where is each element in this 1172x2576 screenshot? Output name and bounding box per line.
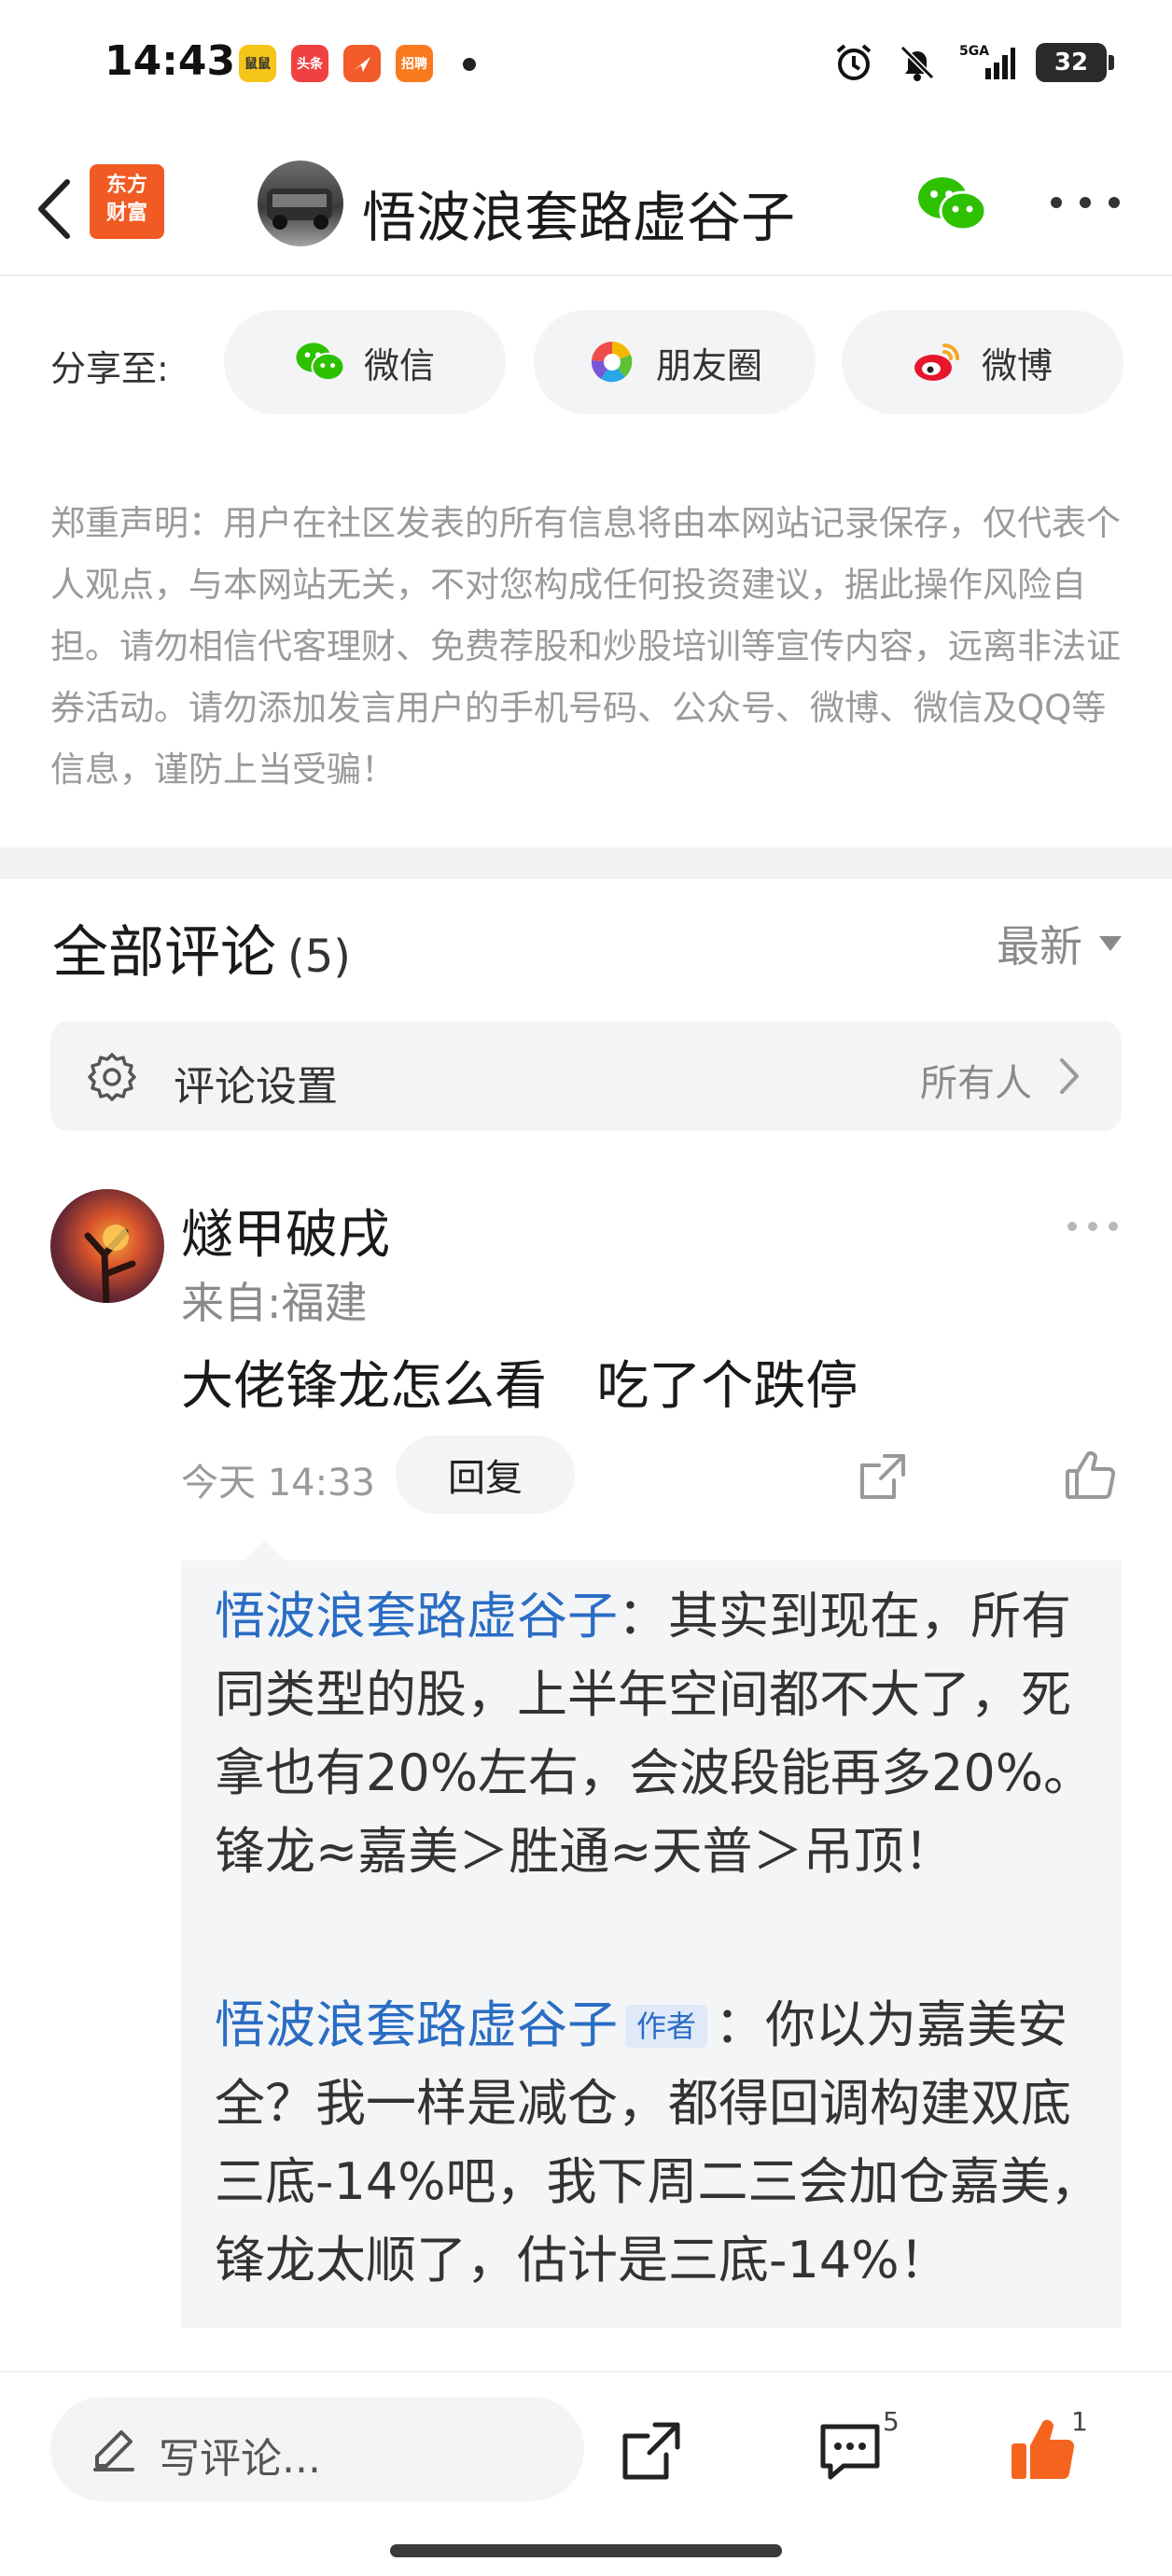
back-button[interactable] — [24, 172, 84, 246]
comment-input[interactable]: 写评论... — [50, 2397, 584, 2501]
share-weibo-button[interactable]: 微博 — [842, 310, 1123, 414]
reply-author[interactable]: 悟波浪套路虚谷子 — [215, 1587, 618, 1645]
disclaimer-text: 郑重声明：用户在社区发表的所有信息将由本网站记录保存，仅代表个人观点，与本网站无… — [50, 503, 1121, 790]
toutiao-icon: 头条 — [291, 45, 328, 82]
page-title[interactable]: 悟波浪套路虚谷子 — [362, 174, 795, 252]
comment-more-button[interactable] — [1067, 1217, 1118, 1236]
top-nav-bar: 东方财富 悟波浪套路虚谷子 — [0, 140, 1172, 276]
share-moments-button[interactable]: 朋友圈 — [534, 310, 816, 414]
thumbs-up-icon[interactable] — [1062, 1447, 1118, 1503]
sort-label: 最新 — [997, 921, 1082, 972]
commenter-avatar[interactable] — [50, 1189, 164, 1303]
app-icon-4: 招聘 — [396, 45, 433, 82]
share-wechat-button[interactable]: 微信 — [224, 310, 506, 414]
comments-count: (5) — [287, 931, 351, 983]
share-label: 分享至: — [50, 348, 169, 389]
more-options-button[interactable] — [1051, 189, 1120, 217]
comment-time: 今天 14:33 — [181, 1462, 375, 1505]
app-icon-3 — [343, 45, 381, 82]
comments-heading: 全部评论 (5) — [52, 907, 351, 988]
share-moments-label: 朋友圈 — [655, 344, 762, 386]
gear-icon — [86, 1051, 138, 1103]
weibo-icon — [913, 337, 963, 387]
author-avatar[interactable] — [258, 161, 343, 246]
comments-icon[interactable] — [817, 2419, 883, 2483]
wechat-icon — [295, 337, 345, 387]
thumbs-up-filled-icon[interactable] — [1008, 2414, 1079, 2485]
reply-author[interactable]: 悟波浪套路虚谷子 — [215, 1995, 618, 2054]
moments-icon — [587, 337, 637, 387]
share-row: 分享至: 微信 朋友圈 微博 — [0, 308, 1172, 418]
commenter-name[interactable]: 燧甲破戌 — [181, 1193, 390, 1268]
comment-settings-row[interactable]: 评论设置 所有人 — [50, 1021, 1122, 1131]
section-divider — [0, 847, 1172, 879]
network-label: 5GA — [959, 44, 989, 59]
signal-5g-icon: 5GA — [959, 41, 1015, 84]
reply-item[interactable]: 悟波浪套路虚谷子：其实到现在，所有同类型的股，上半年空间都不大了，死拿也有20%… — [215, 1577, 1110, 1891]
battery-indicator: 32 — [1036, 43, 1114, 82]
home-indicator[interactable] — [390, 2544, 782, 2557]
comment-body[interactable]: 大佬锋龙怎么看 吃了个跌停 — [181, 1344, 858, 1420]
replies-box: 悟波浪套路虚谷子：其实到现在，所有同类型的股，上半年空间都不大了，死拿也有20%… — [181, 1561, 1122, 2328]
status-time: 14:43 — [105, 37, 236, 85]
share-icon[interactable] — [620, 2419, 683, 2483]
alarm-icon — [832, 41, 875, 84]
app-logo-text: 东方财富 — [105, 174, 147, 225]
comment-settings-label: 评论设置 — [174, 1063, 338, 1111]
pencil-icon — [90, 2425, 138, 2473]
chevron-left-icon — [38, 179, 70, 239]
comments-title: 全部评论 — [52, 920, 276, 986]
like-count-badge: 1 — [1071, 2406, 1088, 2437]
comment-input-placeholder: 写评论... — [159, 2435, 321, 2483]
share-weibo-label: 微博 — [981, 344, 1053, 386]
reply-item[interactable]: 悟波浪套路虚谷子 作者 ：你以为嘉美安全？我一样是减仓，都得回调构建双底三底-14%… — [215, 1986, 1110, 2300]
caret-down-icon — [1099, 936, 1122, 951]
share-wechat-label: 微信 — [363, 344, 435, 386]
bottom-action-bar: 写评论... 5 1 — [0, 2371, 1172, 2576]
share-icon[interactable] — [857, 1450, 909, 1503]
author-tag: 作者 — [625, 2005, 708, 2048]
chevron-right-icon — [1054, 1055, 1084, 1098]
status-bar: 14:43 鼠鼠 头条 招聘 5GA 32 — [0, 0, 1172, 131]
status-icons: 5GA 32 — [832, 41, 1114, 84]
commenter-location: 来自:福建 — [181, 1278, 368, 1328]
app-logo[interactable]: 东方财富 — [90, 164, 164, 239]
sort-dropdown[interactable]: 最新 — [997, 913, 1122, 974]
mute-bell-icon — [896, 41, 939, 84]
more-notifications-dot — [463, 58, 476, 71]
comments-count-badge: 5 — [883, 2406, 900, 2437]
app-icon-1: 鼠鼠 — [239, 45, 276, 82]
wechat-icon[interactable] — [916, 174, 987, 235]
reply-box-pointer — [244, 1540, 286, 1561]
comment-settings-value: 所有人 — [920, 1062, 1032, 1105]
reply-button[interactable]: 回复 — [396, 1435, 575, 1514]
